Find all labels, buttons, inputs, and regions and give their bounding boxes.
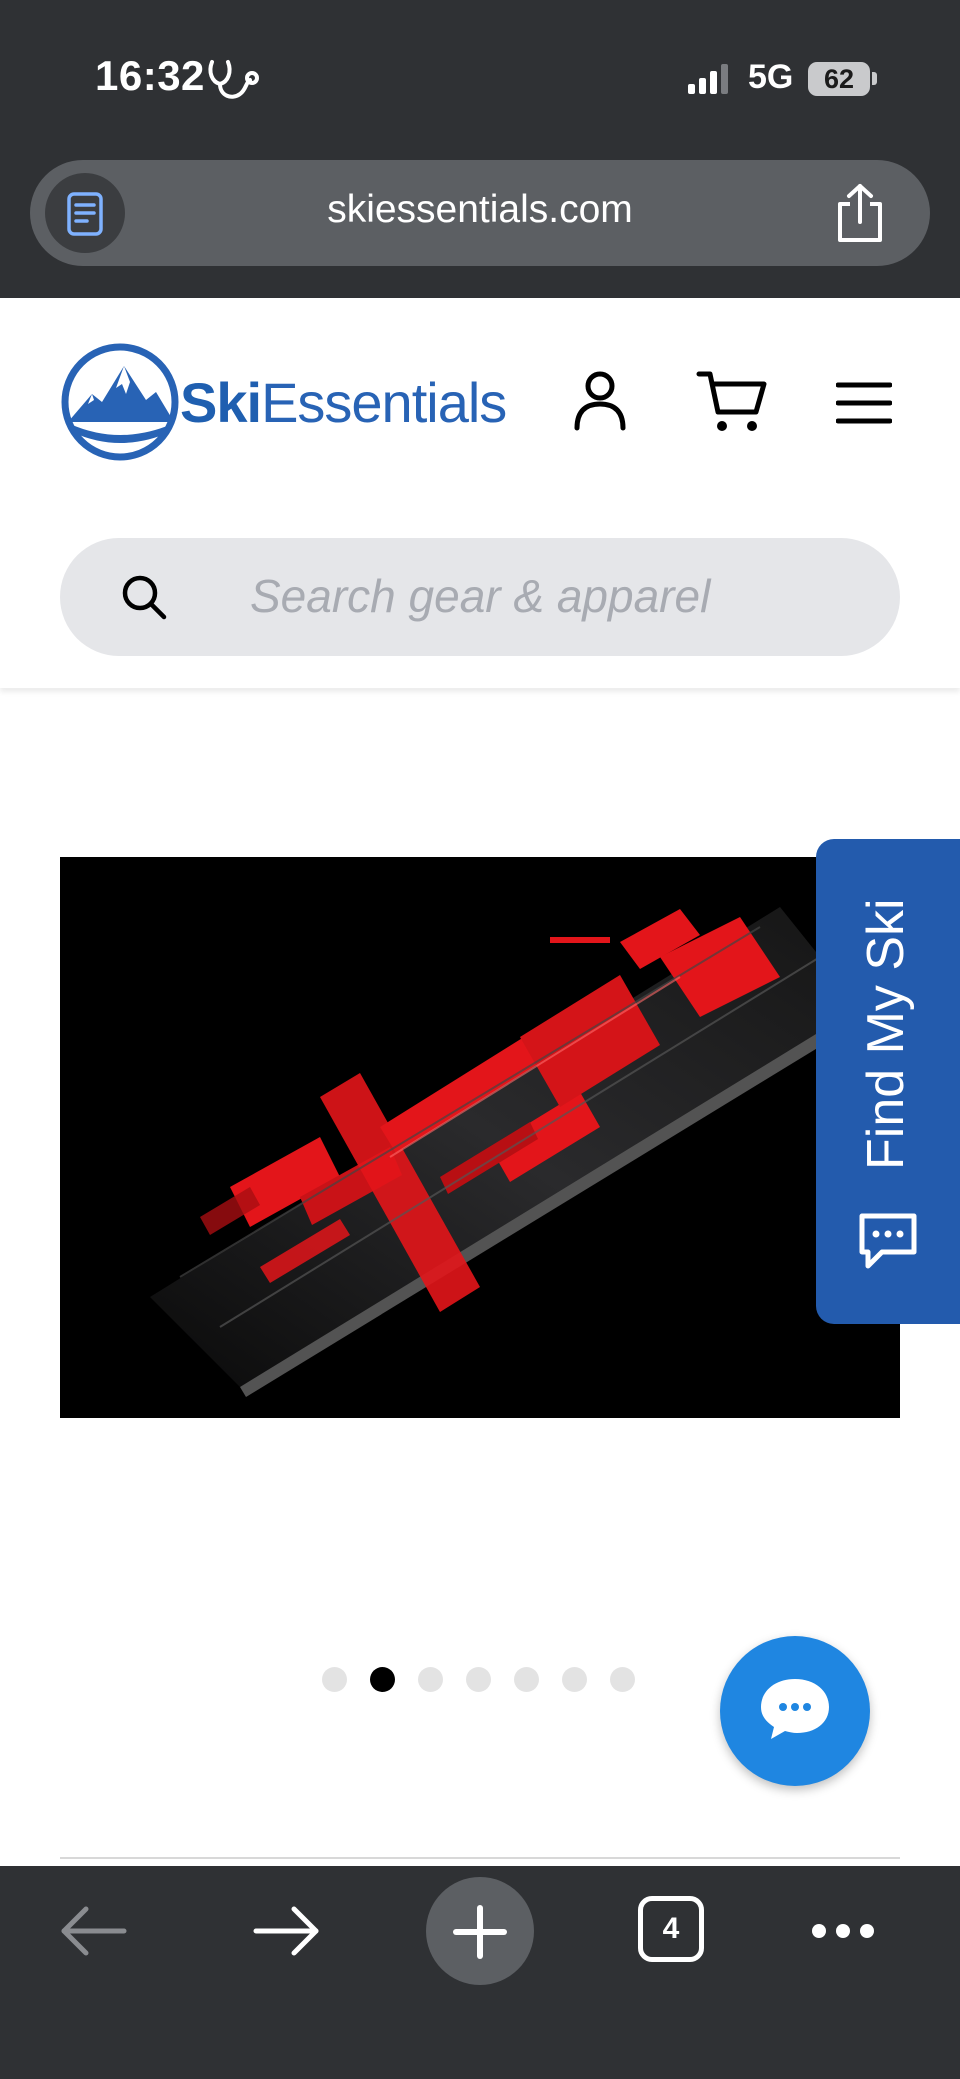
carousel-dot[interactable]	[610, 1666, 635, 1692]
account-icon[interactable]	[572, 370, 628, 432]
logo-word-ski: Ski	[180, 371, 262, 434]
reader-icon[interactable]	[67, 192, 103, 236]
network-type: 5G	[748, 58, 794, 96]
share-icon[interactable]	[832, 182, 888, 244]
skiessentials-logo-icon[interactable]	[60, 342, 180, 462]
more-icon[interactable]	[808, 1920, 878, 1942]
carousel-dot[interactable]	[562, 1666, 587, 1692]
hero-slide-image[interactable]	[60, 857, 900, 1418]
carousel-dot[interactable]	[322, 1666, 347, 1692]
search-icon[interactable]	[120, 573, 168, 621]
carousel-dot[interactable]	[418, 1666, 443, 1692]
tab-switcher-button[interactable]: 4	[638, 1896, 704, 1962]
chat-bubble-icon[interactable]	[856, 1210, 920, 1272]
search-input[interactable]	[250, 566, 850, 626]
carousel-dot-active[interactable]	[370, 1666, 395, 1692]
logo-word-essentials: Essentials	[261, 371, 507, 434]
chat-fab-icon[interactable]	[757, 1675, 833, 1743]
carousel-dots	[322, 1664, 635, 1694]
ski-topsheet-graphic	[60, 857, 900, 1418]
forward-icon[interactable]	[250, 1905, 322, 1957]
menu-icon[interactable]	[836, 380, 892, 426]
carousel-dot[interactable]	[514, 1666, 539, 1692]
stethoscope-icon	[208, 60, 259, 99]
cart-icon[interactable]	[696, 368, 768, 434]
site-logo-text[interactable]: SkiEssentials	[180, 370, 507, 435]
section-divider	[60, 1857, 900, 1859]
back-icon[interactable]	[58, 1905, 130, 1957]
battery-tip	[872, 72, 877, 85]
plus-icon[interactable]	[452, 1904, 508, 1960]
battery-indicator: 62	[808, 62, 870, 96]
carousel-dot[interactable]	[466, 1666, 491, 1692]
signal-icon	[688, 64, 728, 94]
find-my-ski-label[interactable]: Find My Ski	[856, 850, 916, 1170]
url-text[interactable]: skiessentials.com	[130, 188, 830, 232]
status-time: 16:32	[95, 52, 205, 99]
